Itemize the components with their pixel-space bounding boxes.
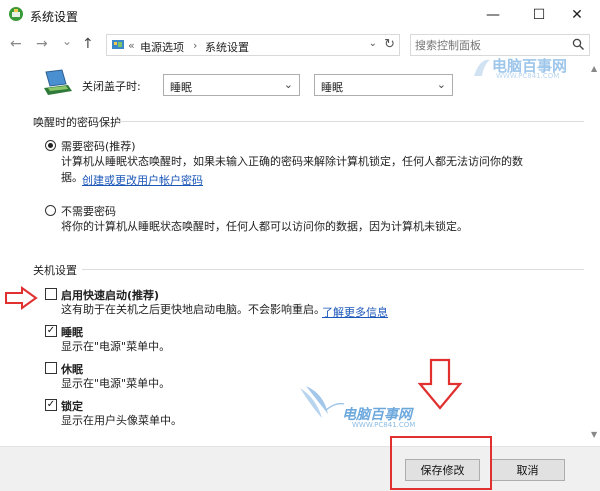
fast-startup-desc: 这有助于在关机之后更快地启动电脑。不会影响重启。 [61, 303, 325, 316]
sleep-checkbox[interactable]: ✓ [45, 325, 57, 337]
window-title: 系统设置 [30, 10, 79, 24]
lid-plugged-value: 睡眠 [321, 81, 343, 94]
lid-plugged-select[interactable]: 睡眠 ⌄ [314, 74, 453, 96]
watermark-mid-sub: WWW.PC841.COM [352, 421, 416, 429]
highlight-box [390, 436, 492, 490]
vertical-scrollbar[interactable]: ▲ ▼ [590, 62, 600, 442]
require-password-radio[interactable] [45, 140, 56, 151]
watermark-wing-icon [300, 386, 345, 418]
chevron-down-icon: ⌄ [283, 78, 293, 91]
no-password-radio[interactable] [45, 205, 56, 216]
lock-desc: 显示在用户头像菜单中。 [61, 414, 182, 427]
fast-startup-checkbox[interactable] [45, 288, 57, 300]
system-settings-window: 系统设置 — ☐ ✕ ← → ⌄ ↑ « 电源选项 › 系统设置 ⌄ ↻ 电脑百… [0, 0, 600, 491]
shutdown-section-title: 关机设置 [33, 264, 77, 277]
section-divider [82, 269, 584, 270]
sleep-desc: 显示在"电源"菜单中。 [61, 340, 171, 353]
search-input[interactable] [415, 37, 565, 53]
fast-startup-label: 启用快速启动(推荐) [61, 289, 160, 302]
require-password-desc-line2: 据。 [61, 171, 83, 184]
no-password-label: 不需要密码 [61, 205, 116, 218]
up-arrow-icon[interactable]: ↑ [82, 36, 94, 52]
lock-checkbox[interactable]: ✓ [45, 399, 57, 411]
breadcrumb-system-settings[interactable]: 系统设置 [205, 39, 249, 55]
require-password-desc-line1: 计算机从睡眠状态唤醒时，如果未输入正确的密码来解除计算机锁定，任何人都无法访问你… [61, 155, 523, 168]
red-arrow-right-icon [5, 286, 38, 310]
cancel-button[interactable]: 取消 [490, 459, 565, 481]
dialog-footer: 保存修改 取消 [0, 446, 600, 491]
watermark-top-sub: WWW.PC841.COM [496, 72, 560, 80]
lock-label: 锁定 [61, 400, 83, 413]
lid-battery-value: 睡眠 [170, 81, 192, 94]
learn-more-link[interactable]: 了解更多信息 [322, 304, 388, 320]
address-dropdown-icon[interactable]: ⌄ [369, 38, 377, 49]
hibernate-label: 休眠 [61, 363, 83, 376]
laptop-lid-icon [44, 69, 72, 95]
breadcrumb-separator-icon: « [128, 39, 135, 52]
no-password-desc: 将你的计算机从睡眠状态唤醒时，任何人都可以访问你的数据，因为计算机未锁定。 [61, 220, 468, 233]
address-bar[interactable]: « 电源选项 › 系统设置 ⌄ ↻ [106, 34, 400, 56]
control-panel-icon [112, 40, 124, 49]
search-icon[interactable] [572, 38, 585, 51]
breadcrumb-chevron-icon: › [193, 39, 198, 52]
minimize-button[interactable]: — [470, 0, 516, 30]
search-box[interactable] [410, 34, 590, 56]
section-divider [118, 121, 584, 122]
create-change-password-link[interactable]: 创建或更改用户帐户密码 [82, 172, 203, 188]
back-arrow-icon[interactable]: ← [10, 36, 22, 52]
close-button[interactable]: ✕ [554, 0, 600, 30]
red-arrow-down-icon [418, 358, 462, 410]
lid-battery-select[interactable]: 睡眠 ⌄ [163, 74, 300, 96]
scroll-up-icon[interactable]: ▲ [591, 64, 597, 73]
sleep-label: 睡眠 [61, 326, 83, 339]
title-bar: 系统设置 — ☐ ✕ [0, 0, 600, 30]
power-options-app-icon [9, 7, 23, 21]
recent-locations-icon[interactable]: ⌄ [62, 34, 72, 48]
hibernate-desc: 显示在"电源"菜单中。 [61, 377, 171, 390]
lid-close-label: 关闭盖子时: [82, 80, 141, 93]
scroll-down-icon[interactable]: ▼ [591, 430, 597, 439]
breadcrumb-power-options[interactable]: 电源选项 [140, 39, 184, 55]
forward-arrow-icon[interactable]: → [36, 36, 48, 52]
require-password-label: 需要密码(推荐) [61, 140, 136, 153]
password-section-title: 唤醒时的密码保护 [33, 116, 121, 129]
hibernate-checkbox[interactable] [45, 362, 57, 374]
chevron-down-icon: ⌄ [436, 78, 446, 91]
refresh-icon[interactable]: ↻ [384, 37, 395, 52]
